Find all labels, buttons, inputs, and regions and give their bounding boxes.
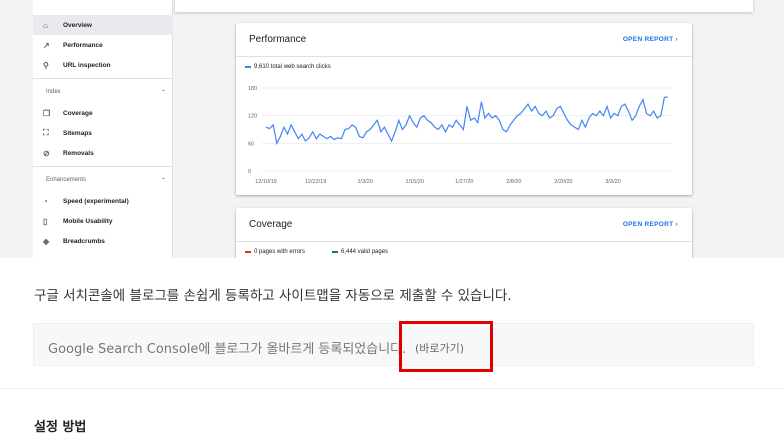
top-card-edge [175,0,753,12]
sidebar-section-enhancements[interactable]: Enhancements ⌃ [46,177,166,184]
removals-icon: ⊘ [43,148,50,158]
phone-icon: ▯ [43,216,48,226]
sidebar-item-sitemaps[interactable]: ⛶ Sitemaps [33,123,173,143]
sidebar-item-label: Mobile Usability [63,217,113,225]
search-icon: ⚲ [43,60,49,70]
card-title: Coverage [249,219,293,230]
x-tick-label: 12/10/19 [255,179,276,185]
performance-card: Performance OPEN REPORT › 9,610 total we… [236,23,692,195]
y-tick-label: 60 [248,141,254,147]
sidebar-item-label: Overview [63,21,92,29]
chevron-up-icon: ⌃ [160,90,166,96]
home-icon: ⌂ [43,20,48,30]
x-tick-label: 2/8/20 [506,179,521,185]
sidebar: ⌂ Overview ↗ Performance ⚲ URL inspectio… [33,0,173,258]
x-tick-label: 1/15/20 [406,179,424,185]
sidebar-item-label: Breadcrumbs [63,237,105,245]
legend-swatch [332,251,338,253]
plugin-description: 구글 서치콘솔에 블로그를 손쉽게 등록하고 사이트맵을 자동으로 제출할 수 … [34,288,512,304]
file-icon: ❐ [43,108,51,118]
x-tick-label: 2/20/20 [554,179,572,185]
y-tick-label: 0 [248,169,251,175]
x-tick-label: 3/3/20 [605,179,620,185]
sidebar-item-label: Speed (experimental) [63,197,129,205]
blog-plugin-section: 구글 서치콘솔에 블로그를 손쉽게 등록하고 사이트맵을 자동으로 제출할 수 … [0,258,784,435]
x-tick-label: 1/27/20 [455,179,473,185]
legend-label: 0 pages with errors [254,249,306,255]
sidebar-item-overview[interactable]: ⌂ Overview [33,15,173,35]
sidebar-item-label: Removals [63,149,94,157]
sidebar-item-breadcrumbs[interactable]: ◈ Breadcrumbs [33,231,173,251]
trending-icon: ↗ [43,40,50,50]
card-divider [236,241,692,242]
sidebar-item-url-inspection[interactable]: ⚲ URL inspection [33,55,173,75]
sidebar-divider [33,78,173,79]
y-tick-label: 120 [248,114,257,120]
section-label: Index [46,89,61,95]
speed-icon: ◔ [43,196,48,206]
chevron-up-icon: ⌃ [160,178,166,184]
sidebar-item-label: Performance [63,41,103,49]
sidebar-item-removals[interactable]: ⊘ Removals [33,143,173,163]
sidebar-divider [33,166,173,167]
open-report-link[interactable]: OPEN REPORT › [623,221,678,228]
highlight-box [399,321,493,372]
setup-heading: 설정 방법 [34,420,87,435]
sidebar-item-mobile-usability[interactable]: ▯ Mobile Usability [33,211,173,231]
notice-text: Google Search Console에 블로그가 올바르게 등록되었습니다… [48,342,407,357]
coverage-legend-valid: 6,444 valid pages [332,249,388,255]
status-notice: Google Search Console에 블로그가 올바르게 등록되었습니다… [33,323,754,366]
sidebar-item-speed[interactable]: ◔ Speed (experimental) [33,191,173,211]
coverage-legend-errors: 0 pages with errors [245,249,305,255]
clicks-series-line [265,96,668,146]
sidebar-item-coverage[interactable]: ❐ Coverage [33,103,173,123]
legend-swatch [245,251,251,253]
layers-icon: ◈ [43,236,50,246]
sidebar-item-performance[interactable]: ↗ Performance [33,35,173,55]
sidebar-item-label: URL inspection [63,61,111,69]
search-console-screenshot: ⌂ Overview ↗ Performance ⚲ URL inspectio… [0,0,784,258]
performance-chart: 180 120 60 0 12/10/19 12/22/19 1/3/20 1/15/20 1/… [248,86,672,185]
section-divider [0,388,784,389]
legend-label: 6,444 valid pages [341,249,389,255]
sidebar-section-index[interactable]: Index ⌃ [46,89,166,96]
section-label: Enhancements [46,177,87,183]
x-tick-label: 1/3/20 [357,179,372,185]
sidebar-item-label: Coverage [63,109,93,117]
y-tick-label: 180 [248,86,257,92]
sitemap-icon: ⛶ [43,128,49,137]
sidebar-item-label: Sitemaps [63,129,92,137]
coverage-card: Coverage OPEN REPORT › 0 pages with erro… [236,208,692,258]
x-tick-label: 12/22/19 [305,179,326,185]
